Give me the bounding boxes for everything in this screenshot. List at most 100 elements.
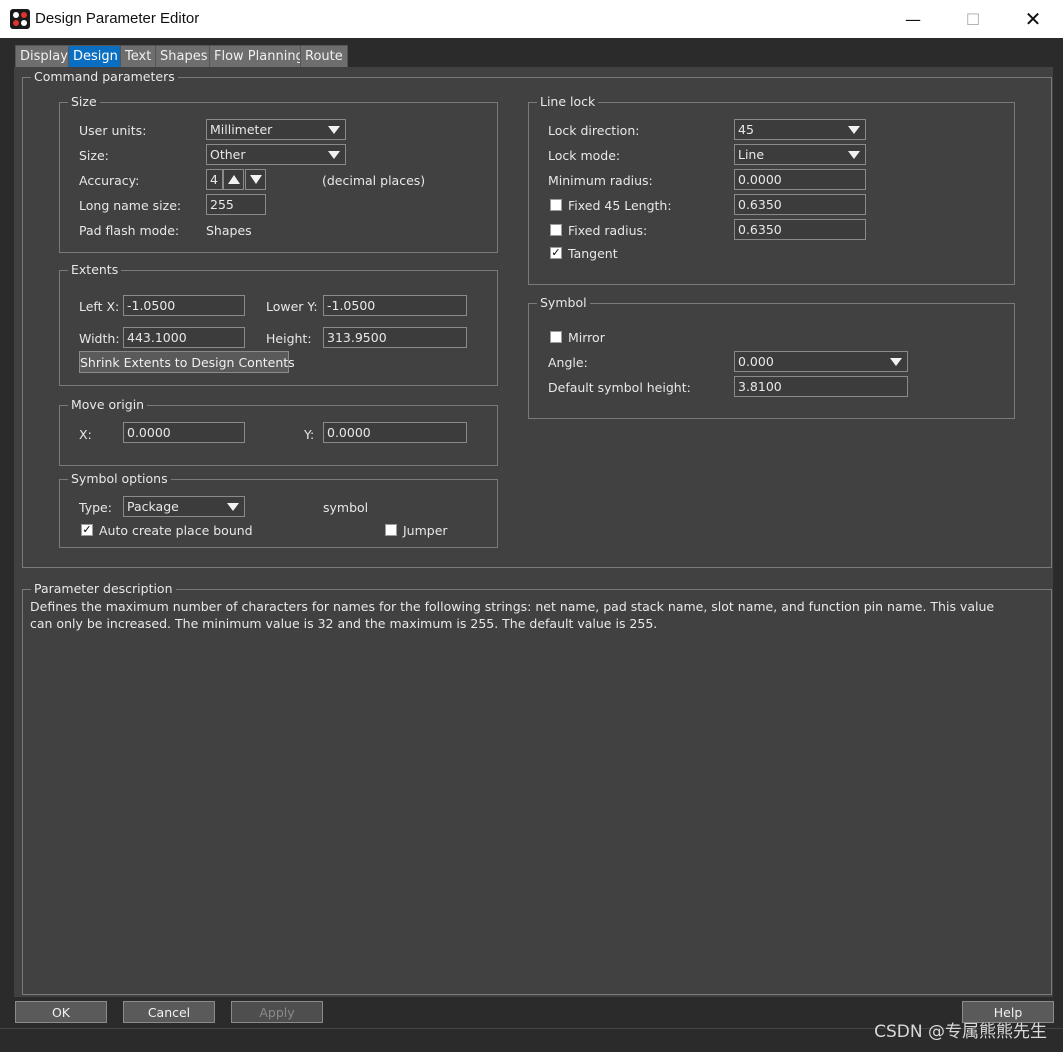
mirror-label: Mirror [568, 330, 605, 345]
jumper-label: Jumper [403, 523, 448, 538]
tangent-checkbox[interactable]: ✓ [550, 247, 562, 259]
app-icon [10, 9, 30, 29]
fixed-radius-input[interactable]: 0.6350 [734, 219, 866, 240]
chevron-down-icon [848, 151, 860, 159]
origin-x-label: X: [79, 427, 92, 442]
minimize-button[interactable]: — [890, 0, 936, 38]
extents-group-title: Extents [68, 262, 122, 277]
main-panel: Command parameters Size User units: Mill… [14, 67, 1053, 997]
lock-mode-dropdown[interactable]: Line [734, 144, 866, 165]
symbol-type-dropdown[interactable]: Package [123, 496, 245, 517]
tab-display[interactable]: Display [15, 45, 73, 68]
fixed-45-length-input[interactable]: 0.6350 [734, 194, 866, 215]
auto-create-place-bound-label: Auto create place bound [99, 523, 253, 538]
default-symbol-height-label: Default symbol height: [548, 380, 691, 395]
symbol-group-title: Symbol [537, 295, 590, 310]
fixed-radius-label: Fixed radius: [568, 223, 648, 238]
left-x-label: Left X: [79, 299, 120, 314]
line-lock-group-title: Line lock [537, 94, 599, 109]
apply-button[interactable]: Apply [231, 1001, 323, 1023]
size-group: Size User units: Millimeter Size: Other … [59, 94, 498, 253]
tab-route[interactable]: Route [300, 45, 348, 68]
parameter-description-title: Parameter description [31, 581, 176, 596]
fixed-45-length-checkbox[interactable] [550, 199, 562, 211]
default-symbol-height-input[interactable]: 3.8100 [734, 376, 908, 397]
user-units-label: User units: [79, 123, 147, 138]
tab-text[interactable]: Text [120, 45, 157, 68]
symbol-type-value: Package [127, 499, 179, 514]
move-origin-group: Move origin X: 0.0000 Y: 0.0000 [59, 397, 498, 466]
arrow-up-icon [228, 175, 240, 184]
arrow-down-icon [250, 175, 262, 184]
window-title: Design Parameter Editor [35, 10, 200, 27]
origin-y-label: Y: [304, 427, 315, 442]
symbol-options-group-title: Symbol options [68, 471, 171, 486]
angle-label: Angle: [548, 355, 588, 370]
lock-mode-label: Lock mode: [548, 148, 621, 163]
maximize-button[interactable]: ☐ [950, 0, 996, 38]
size-dropdown[interactable]: Other [206, 144, 346, 165]
long-name-size-label: Long name size: [79, 198, 182, 213]
line-lock-group: Line lock Lock direction: 45 Lock mode: … [528, 94, 1015, 285]
size-group-title: Size [68, 94, 100, 109]
chevron-down-icon [848, 126, 860, 134]
pad-flash-mode-value: Shapes [206, 223, 252, 238]
long-name-size-input[interactable]: 255 [206, 194, 266, 215]
lower-y-input[interactable]: -1.0500 [323, 295, 467, 316]
angle-dropdown[interactable]: 0.000 [734, 351, 908, 372]
watermark-text: CSDN @专属熊熊先生 [874, 1022, 1047, 1042]
symbol-type-label: Type: [79, 500, 112, 515]
title-bar: Design Parameter Editor — ☐ ✕ [0, 0, 1063, 38]
chevron-down-icon [328, 126, 340, 134]
move-origin-group-title: Move origin [68, 397, 148, 412]
parameter-description-group: Parameter description Defines the maximu… [22, 581, 1052, 995]
size-value: Other [210, 147, 246, 162]
left-x-input[interactable]: -1.0500 [123, 295, 245, 316]
size-label: Size: [79, 148, 109, 163]
user-units-value: Millimeter [210, 122, 273, 137]
height-label: Height: [266, 331, 312, 346]
accuracy-increment-button[interactable] [223, 169, 244, 190]
lock-direction-dropdown[interactable]: 45 [734, 119, 866, 140]
lower-y-label: Lower Y: [266, 299, 318, 314]
origin-y-input[interactable]: 0.0000 [323, 422, 467, 443]
tab-design[interactable]: Design [68, 45, 123, 68]
angle-value: 0.000 [738, 354, 774, 369]
tab-shapes[interactable]: Shapes [155, 45, 213, 68]
parameter-description-text: Defines the maximum number of characters… [30, 599, 995, 631]
lock-direction-label: Lock direction: [548, 123, 640, 138]
width-input[interactable]: 443.1000 [123, 327, 245, 348]
minimum-radius-label: Minimum radius: [548, 173, 653, 188]
lock-mode-value: Line [738, 147, 765, 162]
fixed-radius-checkbox[interactable] [550, 224, 562, 236]
chevron-down-icon [890, 358, 902, 366]
minimum-radius-input[interactable]: 0.0000 [734, 169, 866, 190]
chevron-down-icon [328, 151, 340, 159]
fixed-45-length-label: Fixed 45 Length: [568, 198, 672, 213]
ok-button[interactable]: OK [15, 1001, 107, 1023]
tab-flow-planning[interactable]: Flow Planning [209, 45, 309, 68]
cancel-button[interactable]: Cancel [123, 1001, 215, 1023]
extents-group: Extents Left X: -1.0500 Lower Y: -1.0500… [59, 262, 498, 386]
accuracy-label: Accuracy: [79, 173, 140, 188]
chevron-down-icon [227, 503, 239, 511]
command-parameters-title: Command parameters [31, 69, 178, 84]
auto-create-place-bound-checkbox[interactable]: ✓ [81, 524, 93, 536]
symbol-group: Symbol Mirror Angle: 0.000 Default symbo… [528, 295, 1015, 419]
width-label: Width: [79, 331, 120, 346]
lock-direction-value: 45 [738, 122, 754, 137]
mirror-checkbox[interactable] [550, 331, 562, 343]
accuracy-input[interactable]: 4 [206, 169, 223, 190]
accuracy-decrement-button[interactable] [245, 169, 266, 190]
symbol-options-group: Symbol options Type: Package symbol ✓ Au… [59, 471, 498, 548]
symbol-text: symbol [323, 500, 369, 515]
shrink-extents-button[interactable]: Shrink Extents to Design Contents [79, 351, 295, 373]
decimal-places-label: (decimal places) [322, 173, 426, 188]
user-units-dropdown[interactable]: Millimeter [206, 119, 346, 140]
close-button[interactable]: ✕ [1010, 0, 1056, 38]
origin-x-input[interactable]: 0.0000 [123, 422, 245, 443]
tangent-label: Tangent [568, 246, 618, 261]
pad-flash-mode-label: Pad flash mode: [79, 223, 180, 238]
jumper-checkbox[interactable] [385, 524, 397, 536]
height-input[interactable]: 313.9500 [323, 327, 467, 348]
